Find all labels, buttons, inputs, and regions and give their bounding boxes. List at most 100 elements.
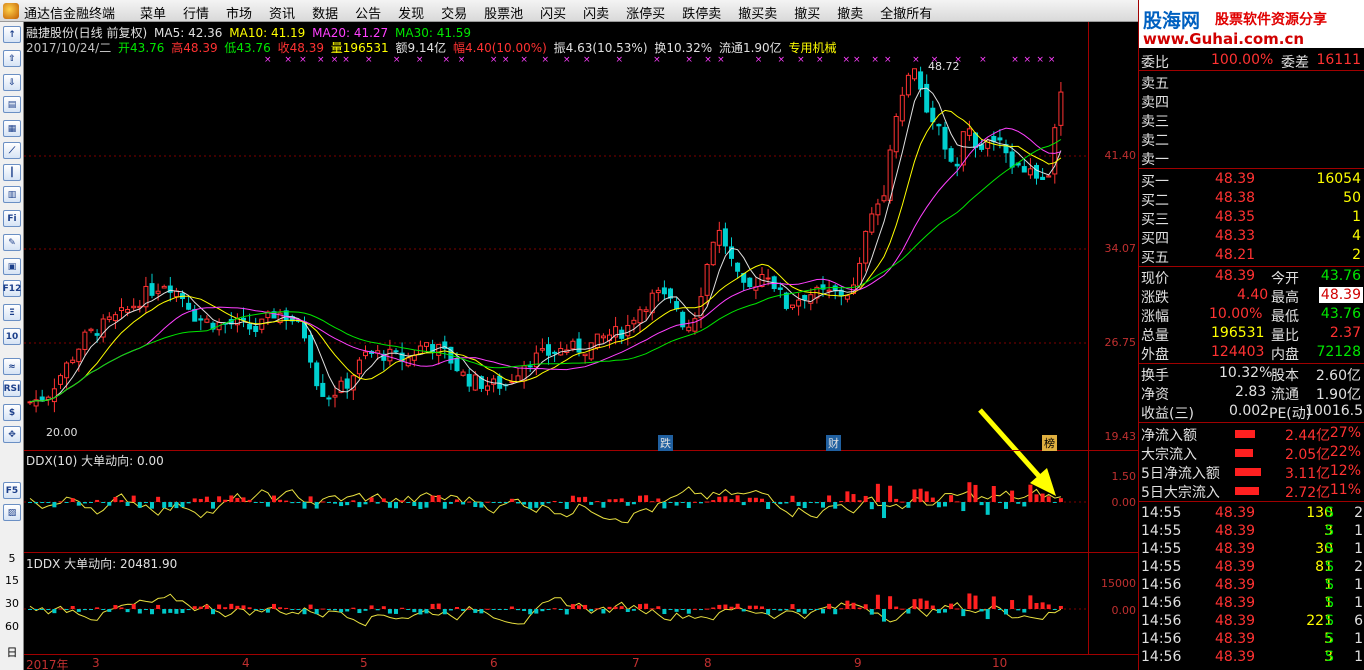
candle-body [411,355,417,361]
menu-item[interactable]: 撤卖 [837,3,863,22]
buy-row[interactable]: 买二 48.38 50 [1139,190,1364,209]
menu-item[interactable]: 菜单 [140,3,166,22]
tick-time: 14:55 [1141,559,1182,575]
ddx-bar [516,502,520,504]
menu-item[interactable]: 发现 [398,3,424,22]
F12-icon[interactable]: F12 [3,280,21,297]
line-chart-icon[interactable]: ⟋ [3,142,21,159]
ddx2-bar [570,604,575,609]
kline-chart-area[interactable]: 融捷股份(日线 前复权) MA5: 42.36 MA10: 41.19 MA20… [24,22,1138,670]
price-icon[interactable]: ≈ [3,358,21,375]
dollar-icon[interactable]: $ [3,404,21,421]
panel-divider[interactable] [24,450,1138,451]
sell-row[interactable]: 卖五 [1139,73,1364,92]
sell-row[interactable]: 卖二 [1139,130,1364,149]
flow-row: 大宗流入 2.05亿 22% [1139,444,1364,463]
chart-canvas[interactable]: × × × × × × × × × × × × × × × × × × × × × × × × × × × × × × × × × × × × × × [24,22,1138,654]
marker-die[interactable]: 跌 [658,435,673,451]
menu-item[interactable]: 公告 [355,3,381,22]
candle-body [1021,166,1027,173]
buy-row[interactable]: 买三 48.35 1 [1139,209,1364,228]
fund-row: 净资 2.83 流通 1.90亿 [1139,384,1364,403]
menu-item[interactable]: 全撤所有 [880,3,932,22]
menu-item[interactable]: 行情 [183,3,209,22]
menu-item[interactable]: 股票池 [484,3,523,22]
move-icon[interactable]: ✥ [3,426,21,443]
arrow-up-icon[interactable]: ↑ [3,26,21,43]
candle-icon[interactable]: ┃ [3,164,21,181]
ddx2-bar [101,609,106,610]
menu-item[interactable]: 资讯 [269,3,295,22]
candle-body [88,328,94,332]
buy-row[interactable]: 买四 48.33 4 [1139,228,1364,247]
min-price-label: 20.00 [46,426,78,439]
banner-subtitle: 股票软件资源分享 [1215,12,1327,28]
menu-item[interactable]: 撤买卖 [738,3,777,22]
marker-cai[interactable]: 财 [826,435,841,451]
ddx-bar [455,499,459,502]
candle-body [783,292,789,309]
period-60[interactable]: 60 [0,620,24,633]
buy-row[interactable]: 买五 48.21 2 [1139,247,1364,266]
ddx2-tick: 0.00 [1111,604,1137,617]
candle-body [253,325,259,332]
ddx-bar [485,501,490,503]
ddx-bar [217,496,222,502]
xi-icon[interactable]: Ξ [3,304,21,321]
stat-row: 现价 48.39 今开 43.76 [1139,268,1364,287]
arrow-up-icon[interactable]: ⇧ [3,50,21,67]
menu-item[interactable]: 涨停买 [626,3,665,22]
sell-row[interactable]: 卖一 [1139,149,1364,168]
menu-item[interactable]: 闪卖 [583,3,609,22]
ddx-bar [52,502,57,508]
buy-row[interactable]: 买一 48.39 16054 [1139,171,1364,190]
ddx-bar [723,496,728,502]
ddx2-bar [131,603,136,609]
ddx-bar [778,502,783,505]
candle-body [314,362,320,387]
F5-icon[interactable]: F5 [3,482,21,499]
RSI-icon[interactable]: RSI [3,380,21,397]
bars-icon[interactable]: ▥ [3,186,21,203]
ddx-bar [95,499,100,502]
tick-side: S [1325,523,1334,539]
ddx2-bar [430,603,435,609]
stat-label: 涨幅 [1141,309,1169,325]
ddx-bar [766,502,771,509]
ddx2-bar [1016,609,1021,611]
tick-row: 14:55 48.39 81 S 2 [1139,559,1364,578]
menu-item[interactable]: 闪买 [540,3,566,22]
F10b-icon[interactable]: 10 [3,328,21,345]
sell-row[interactable]: 卖四 [1139,92,1364,111]
menu-item[interactable]: 撤买 [794,3,820,22]
marker-bang[interactable]: 榜 [1042,435,1057,451]
menu-item[interactable]: 市场 [226,3,252,22]
flow-bar [1235,468,1261,476]
period-day[interactable]: 日 [0,644,24,660]
ddx-bar [875,483,880,502]
info-icon[interactable]: ▤ [3,96,21,113]
bookmark-icon[interactable]: ▣ [3,258,21,275]
period-15[interactable]: 15 [0,574,24,587]
candle-body [186,302,192,310]
ddx2-bar [753,605,758,609]
ddx-bar [583,496,588,502]
ddx2-bar [644,603,649,609]
menu-item[interactable]: 跌停卖 [682,3,721,22]
menu-item[interactable]: 交易 [441,3,467,22]
note-icon[interactable]: ✎ [3,234,21,251]
table-icon[interactable]: ▦ [3,120,21,137]
period-5[interactable]: 5 [0,552,24,565]
sell-row[interactable]: 卖三 [1139,111,1364,130]
ddx-bar [34,502,39,504]
menu-item[interactable]: 数据 [312,3,338,22]
F10-icon[interactable]: Fi [3,210,21,227]
period-30[interactable]: 30 [0,597,24,610]
ddx-bar [906,502,911,508]
tick-time: 14:56 [1141,649,1182,665]
fund-value: 10.32% [1219,365,1273,381]
arrow-down-icon[interactable]: ⇩ [3,74,21,91]
candle-body [1046,175,1052,178]
board-icon[interactable]: ▨ [3,504,21,521]
panel-divider[interactable] [24,552,1138,553]
